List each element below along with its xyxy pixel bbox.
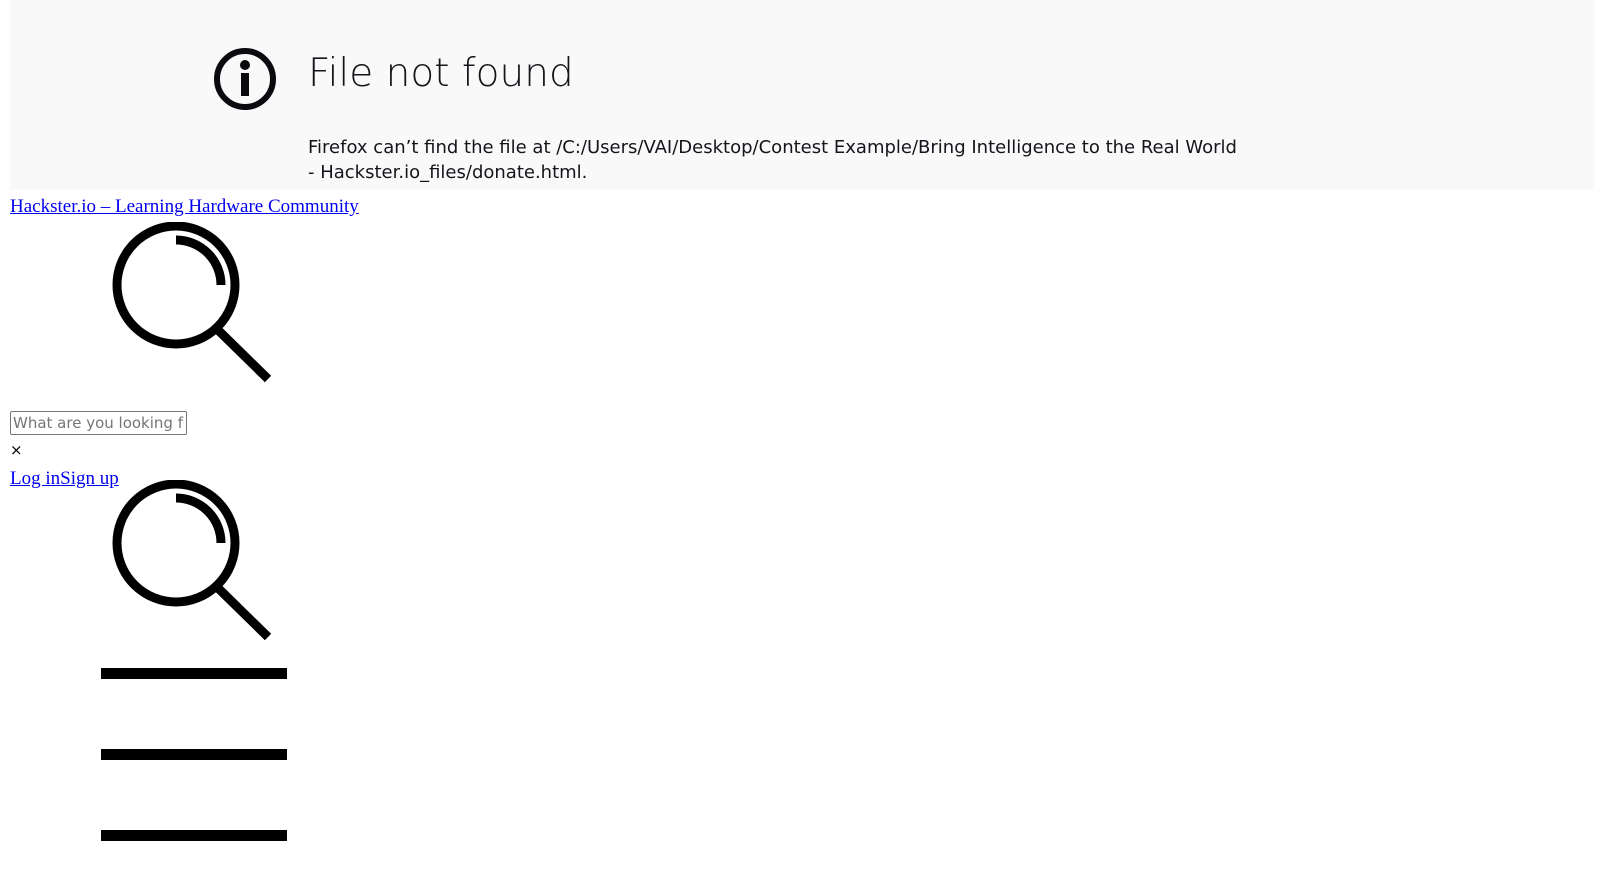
hamburger-menu-icon[interactable] [101,662,295,848]
search-icon[interactable] [112,222,276,386]
site-home-link[interactable]: Hackster.io – Learning Hardware Communit… [10,196,359,218]
auth-links: Log inSign up [10,468,119,490]
close-search-icon[interactable]: × [10,442,23,459]
signup-link[interactable]: Sign up [60,468,119,489]
info-icon [214,48,276,110]
error-panel: File not found Firefox can’t find the fi… [10,0,1594,190]
login-link[interactable]: Log in [10,468,60,489]
search-icon[interactable] [112,480,276,644]
search-input[interactable] [10,411,187,435]
error-title: File not found [308,51,574,96]
error-description: Firefox can’t find the file at /C:/Users… [308,137,1237,183]
